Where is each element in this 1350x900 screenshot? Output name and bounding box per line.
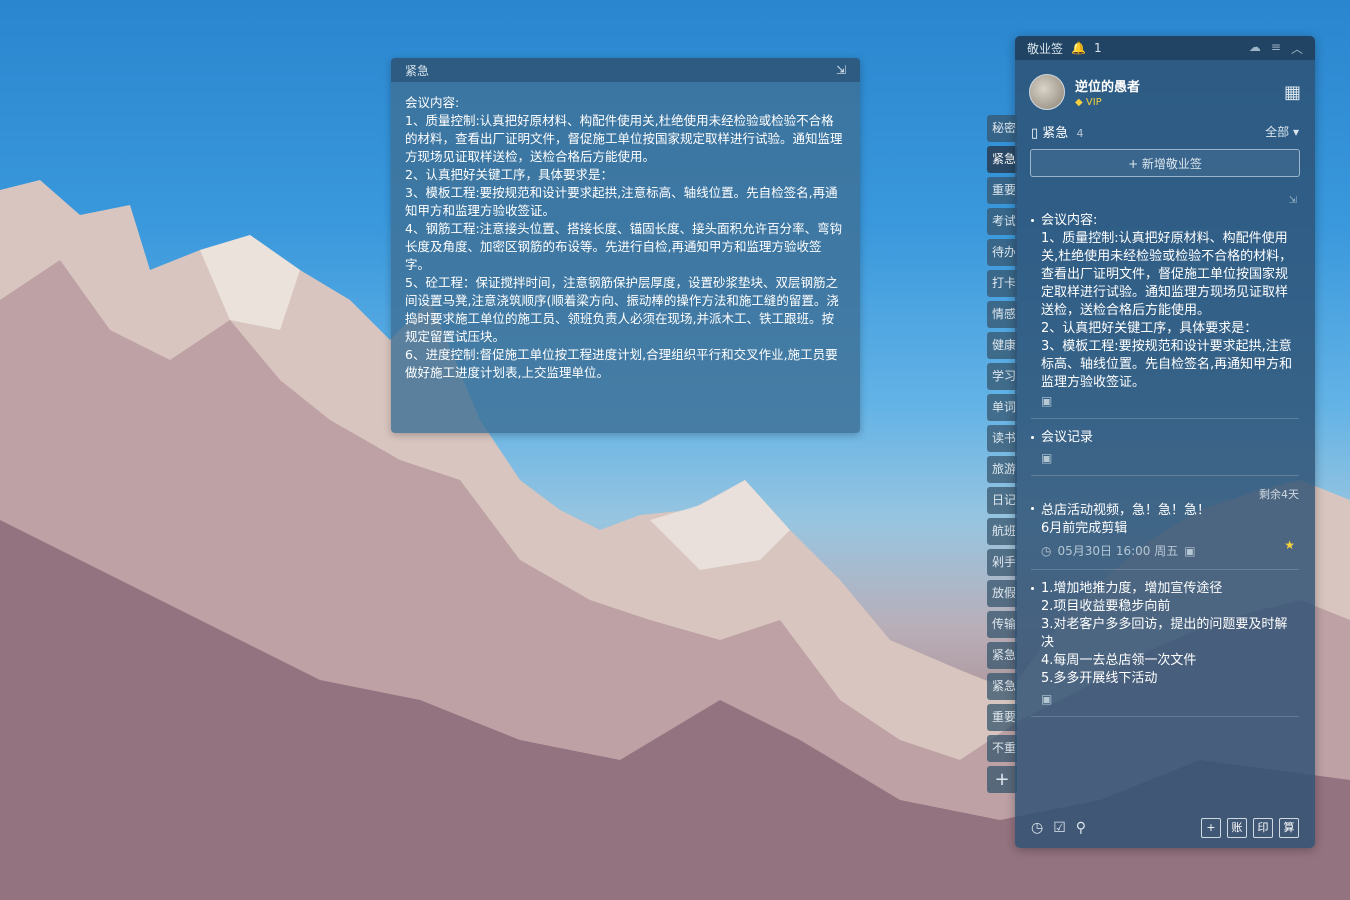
- floating-note-title: 紧急: [405, 63, 430, 78]
- app-name: 敬业签: [1027, 41, 1064, 56]
- attachment-icon[interactable]: ▣: [1041, 394, 1052, 408]
- floating-note-window[interactable]: 紧急 ⇲ 会议内容: 1、质量控制:认真把好原材料、构配件使用关,杜绝使用未经检…: [391, 58, 860, 433]
- main-panel: 敬业签 🔔 1 ☁ ≡ ︿ 逆位的愚者 ◆ VIP ▦ ▯ 紧急 4 全部 ▾ …: [1015, 36, 1315, 848]
- reminder-time: 05月30日 16:00 周五: [1057, 544, 1179, 558]
- bookmark-icon: ▯: [1031, 126, 1039, 141]
- tab-1[interactable]: 紧急: [987, 146, 1017, 173]
- remaining-days: 剩余4天: [1259, 488, 1299, 501]
- collapse-icon[interactable]: ︿: [1291, 40, 1303, 57]
- tab-5[interactable]: 打卡: [987, 270, 1017, 297]
- bell-icon[interactable]: 🔔: [1071, 41, 1086, 55]
- list-item[interactable]: 剩余4天 总店活动视频，急！急！急！ 6月前完成剪辑 ◷ 05月30日 16:0…: [1031, 476, 1299, 570]
- print-button[interactable]: 印: [1253, 818, 1273, 838]
- clock-icon: ◷: [1041, 543, 1052, 558]
- notification-count: 1: [1093, 41, 1102, 55]
- bottom-toolbar: ◷ ☑ ⚲ + 账 印 算: [1015, 818, 1315, 838]
- note-text: 总店活动视频，急！急！急！ 6月前完成剪辑: [1041, 503, 1211, 536]
- floating-note-content[interactable]: 会议内容: 1、质量控制:认真把好原材料、构配件使用关,杜绝使用未经检验或检验不…: [391, 82, 860, 394]
- cloud-icon[interactable]: ☁: [1249, 40, 1261, 57]
- list-item[interactable]: 会议内容: 1、质量控制:认真把好原材料、构配件使用关,杜绝使用未经检验或检验不…: [1031, 206, 1299, 419]
- user-name[interactable]: 逆位的愚者: [1075, 76, 1140, 95]
- search-icon[interactable]: ⚲: [1076, 820, 1086, 836]
- tab-6[interactable]: 情感: [987, 301, 1017, 328]
- tab-2[interactable]: 重要: [987, 177, 1017, 204]
- add-tab-icon[interactable]: +: [987, 766, 1017, 793]
- bullet-icon: [1031, 436, 1034, 439]
- tab-19[interactable]: 重要: [987, 704, 1017, 731]
- check-icon[interactable]: ☑: [1053, 820, 1066, 836]
- exit-icon[interactable]: ⇲: [1015, 177, 1315, 206]
- diamond-icon: ◆: [1075, 97, 1083, 108]
- tab-0[interactable]: 秘密: [987, 115, 1017, 142]
- tab-7[interactable]: 健康: [987, 332, 1017, 359]
- vip-badge: VIP: [1085, 97, 1102, 108]
- note-text: 会议内容: 1、质量控制:认真把好原材料、构配件使用关,杜绝使用未经检验或检验不…: [1041, 213, 1293, 390]
- bullet-icon: [1031, 587, 1034, 590]
- bullet-icon: [1031, 219, 1034, 222]
- star-icon[interactable]: ★: [1284, 538, 1295, 552]
- plus-icon[interactable]: +: [1201, 818, 1221, 838]
- category-tabs: 秘密 紧急 重要 考试 待办 打卡 情感 健康 学习 单词 读书 旅游 日记 航…: [987, 115, 1017, 797]
- note-text: 会议记录: [1041, 430, 1094, 445]
- bullet-icon: [1031, 507, 1034, 510]
- exit-icon[interactable]: ⇲: [836, 63, 846, 77]
- calc-button[interactable]: 算: [1279, 818, 1299, 838]
- tab-14[interactable]: 剁手: [987, 549, 1017, 576]
- tab-3[interactable]: 考试: [987, 208, 1017, 235]
- category-count: 4: [1076, 127, 1084, 140]
- attachment-icon[interactable]: ▣: [1184, 544, 1195, 558]
- tab-18[interactable]: 紧急: [987, 673, 1017, 700]
- account-button[interactable]: 账: [1227, 818, 1247, 838]
- history-icon[interactable]: ◷: [1031, 820, 1043, 836]
- tab-9[interactable]: 单词: [987, 394, 1017, 421]
- floating-note-header[interactable]: 紧急 ⇲: [391, 58, 860, 82]
- tab-10[interactable]: 读书: [987, 425, 1017, 452]
- category-row: ▯ 紧急 4 全部 ▾: [1015, 114, 1315, 141]
- panel-titlebar[interactable]: 敬业签 🔔 1 ☁ ≡ ︿: [1015, 36, 1315, 60]
- tab-13[interactable]: 航班: [987, 518, 1017, 545]
- list-item[interactable]: 会议记录 ▣: [1031, 419, 1299, 476]
- tab-15[interactable]: 放假: [987, 580, 1017, 607]
- tab-20[interactable]: 不重: [987, 735, 1017, 762]
- tab-12[interactable]: 日记: [987, 487, 1017, 514]
- add-note-button[interactable]: + 新增敬业签: [1030, 149, 1300, 177]
- tab-8[interactable]: 学习: [987, 363, 1017, 390]
- filter-dropdown[interactable]: 全部: [1265, 125, 1289, 139]
- category-title: 紧急: [1042, 126, 1069, 141]
- avatar[interactable]: [1029, 74, 1065, 110]
- attachment-icon[interactable]: ▣: [1041, 451, 1052, 465]
- user-row: 逆位的愚者 ◆ VIP ▦: [1015, 60, 1315, 114]
- tab-16[interactable]: 传输: [987, 611, 1017, 638]
- tab-4[interactable]: 待办: [987, 239, 1017, 266]
- note-text: 1.增加地推力度，增加宣传途径 2.项目收益要稳步向前 3.对老客户多多回访，提…: [1041, 581, 1288, 686]
- tab-11[interactable]: 旅游: [987, 456, 1017, 483]
- list-item[interactable]: 1.增加地推力度，增加宣传途径 2.项目收益要稳步向前 3.对老客户多多回访，提…: [1031, 570, 1299, 717]
- tab-17[interactable]: 紧急: [987, 642, 1017, 669]
- menu-icon[interactable]: ≡: [1271, 40, 1281, 57]
- caret-down-icon[interactable]: ▾: [1293, 125, 1299, 139]
- attachment-icon[interactable]: ▣: [1041, 692, 1052, 706]
- calendar-icon[interactable]: ▦: [1284, 82, 1301, 103]
